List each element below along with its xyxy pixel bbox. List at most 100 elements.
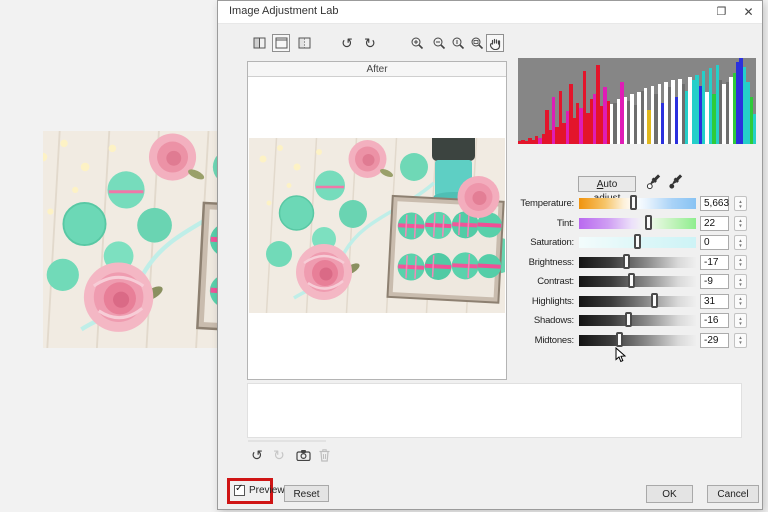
tint-slider[interactable] [579,214,696,230]
white-point-dropper-button[interactable] [646,173,663,190]
snapshot-divider [248,440,326,442]
highlights-slider[interactable] [579,292,696,308]
two-pane-preview-icon [253,37,265,49]
auto-adjust-button[interactable]: Auto adjust [578,176,636,204]
slider-row-highlights: Highlights: 31 ▲ ▼ [518,292,758,309]
saturation-label: Saturation: [530,237,574,248]
checkbox-box[interactable]: ✓ [234,483,245,496]
rotate-left-icon: ↺ [341,35,353,51]
contrast-spinner[interactable]: ▲ ▼ [734,274,747,289]
tint-slider-handle[interactable] [645,214,653,230]
contrast-slider[interactable] [579,273,696,288]
midtones-spinner[interactable]: ▲ ▼ [734,332,747,348]
shadows-value[interactable]: -16 [700,313,729,328]
saturation-slider-handle[interactable] [633,234,641,249]
midtones-slider[interactable] [579,331,696,347]
saturation-value[interactable]: 0 [700,235,729,250]
slider-row-saturation: Saturation: 0 ▲ ▼ [518,234,758,250]
check-icon: ✓ [235,483,244,494]
midtones-slider-handle[interactable] [615,331,623,347]
pan-hand-icon [489,38,500,50]
redo-button[interactable]: ↻ [270,446,288,464]
pan-button[interactable] [486,34,504,52]
contrast-label: Contrast: [537,276,574,287]
cancel-button[interactable]: Cancel [707,485,759,503]
slider-row-contrast: Contrast: -9 ▲ ▼ [518,273,758,289]
ok-button[interactable]: OK [646,485,693,503]
preview-checkbox[interactable]: ✓ Preview [234,483,285,496]
shadows-spinner[interactable]: ▲ ▼ [734,313,747,328]
zoom-in-icon [411,37,424,50]
close-button[interactable]: ✕ [740,4,757,20]
shadows-label: Shadows: [533,315,574,326]
midtones-value[interactable]: -29 [700,332,729,348]
two-pane-preview-button[interactable] [250,34,268,52]
screen: Image Adjustment Lab ❐ ✕ ↺ ↻ After Auto … [0,0,768,512]
image-adjustment-lab-dialog: Image Adjustment Lab ❐ ✕ ↺ ↻ After Auto … [217,0,763,510]
spin-down-icon[interactable]: ▼ [738,262,742,267]
shadows-slider-handle[interactable] [625,312,633,327]
brightness-value[interactable]: -17 [700,254,729,270]
temperature-slider-handle[interactable] [629,195,637,210]
contrast-slider-handle[interactable] [627,273,635,288]
spin-down-icon[interactable]: ▼ [738,282,742,287]
brightness-slider-handle[interactable] [622,253,630,269]
trash-icon [319,448,329,462]
temperature-value[interactable]: 5,663 [700,196,729,211]
dialog-titlebar[interactable]: Image Adjustment Lab ❐ ✕ [218,1,762,24]
preview-pane[interactable]: After [247,61,507,380]
zoom-one-to-one-button[interactable] [449,34,467,52]
maximize-button[interactable]: ❐ [713,4,730,20]
spin-down-icon[interactable]: ▼ [738,301,742,306]
zoom-out-button[interactable] [430,34,448,52]
rotate-right-icon: ↻ [364,35,376,51]
saturation-slider[interactable] [579,234,696,249]
histogram-bar [753,113,756,144]
undo-button[interactable]: ↺ [248,446,266,464]
delete-snapshot-button[interactable] [315,446,333,464]
after-header: After [248,62,506,77]
background-photo [43,131,219,348]
mouse-cursor [615,347,627,363]
tint-spinner[interactable]: ▲ ▼ [734,215,747,231]
slider-row-temperature: Temperature: 5,663 ▲ ▼ [518,195,758,211]
temperature-slider[interactable] [579,195,696,210]
shadows-slider[interactable] [579,312,696,327]
slider-row-brightness: Brightness: -17 ▲ ▼ [518,253,758,270]
snapshot-strip[interactable] [247,383,742,438]
brightness-spinner[interactable]: ▲ ▼ [734,254,747,270]
temperature-spinner[interactable]: ▲ ▼ [734,196,747,211]
spin-down-icon[interactable]: ▼ [738,204,742,209]
spin-down-icon[interactable]: ▼ [738,223,742,228]
saturation-spinner[interactable]: ▲ ▼ [734,235,747,250]
highlights-spinner[interactable]: ▲ ▼ [734,293,747,309]
full-preview-icon [275,37,287,49]
spin-down-icon[interactable]: ▼ [738,340,742,345]
rotate-left-button[interactable]: ↺ [338,34,356,52]
brightness-slider[interactable] [579,253,696,269]
tint-value[interactable]: 22 [700,215,729,231]
rotate-right-button[interactable]: ↻ [361,34,379,52]
white-point-dropper-icon [646,174,661,190]
zoom-one-to-one-icon [452,37,465,50]
highlights-slider-handle[interactable] [651,292,659,308]
spin-down-icon[interactable]: ▼ [738,321,742,326]
histogram [518,58,756,144]
temperature-label: Temperature: [520,198,574,209]
brightness-label: Brightness: [528,256,575,268]
zoom-to-fit-button[interactable] [468,34,486,52]
reset-button[interactable]: Reset [284,485,329,502]
highlights-value[interactable]: 31 [700,293,729,309]
black-point-dropper-button[interactable] [668,173,685,190]
slider-row-midtones: Midtones: -29 ▲ ▼ [518,331,758,348]
after-preview-image[interactable] [249,138,505,313]
spin-down-icon[interactable]: ▼ [738,243,742,248]
zoom-to-fit-icon [471,37,484,50]
create-snapshot-button[interactable] [294,446,312,464]
slider-row-tint: Tint: 22 ▲ ▼ [518,214,758,231]
zoom-in-button[interactable] [408,34,426,52]
camera-icon [295,450,311,461]
split-preview-button[interactable] [295,34,313,52]
full-preview-button[interactable] [272,34,290,52]
contrast-value[interactable]: -9 [700,274,729,289]
